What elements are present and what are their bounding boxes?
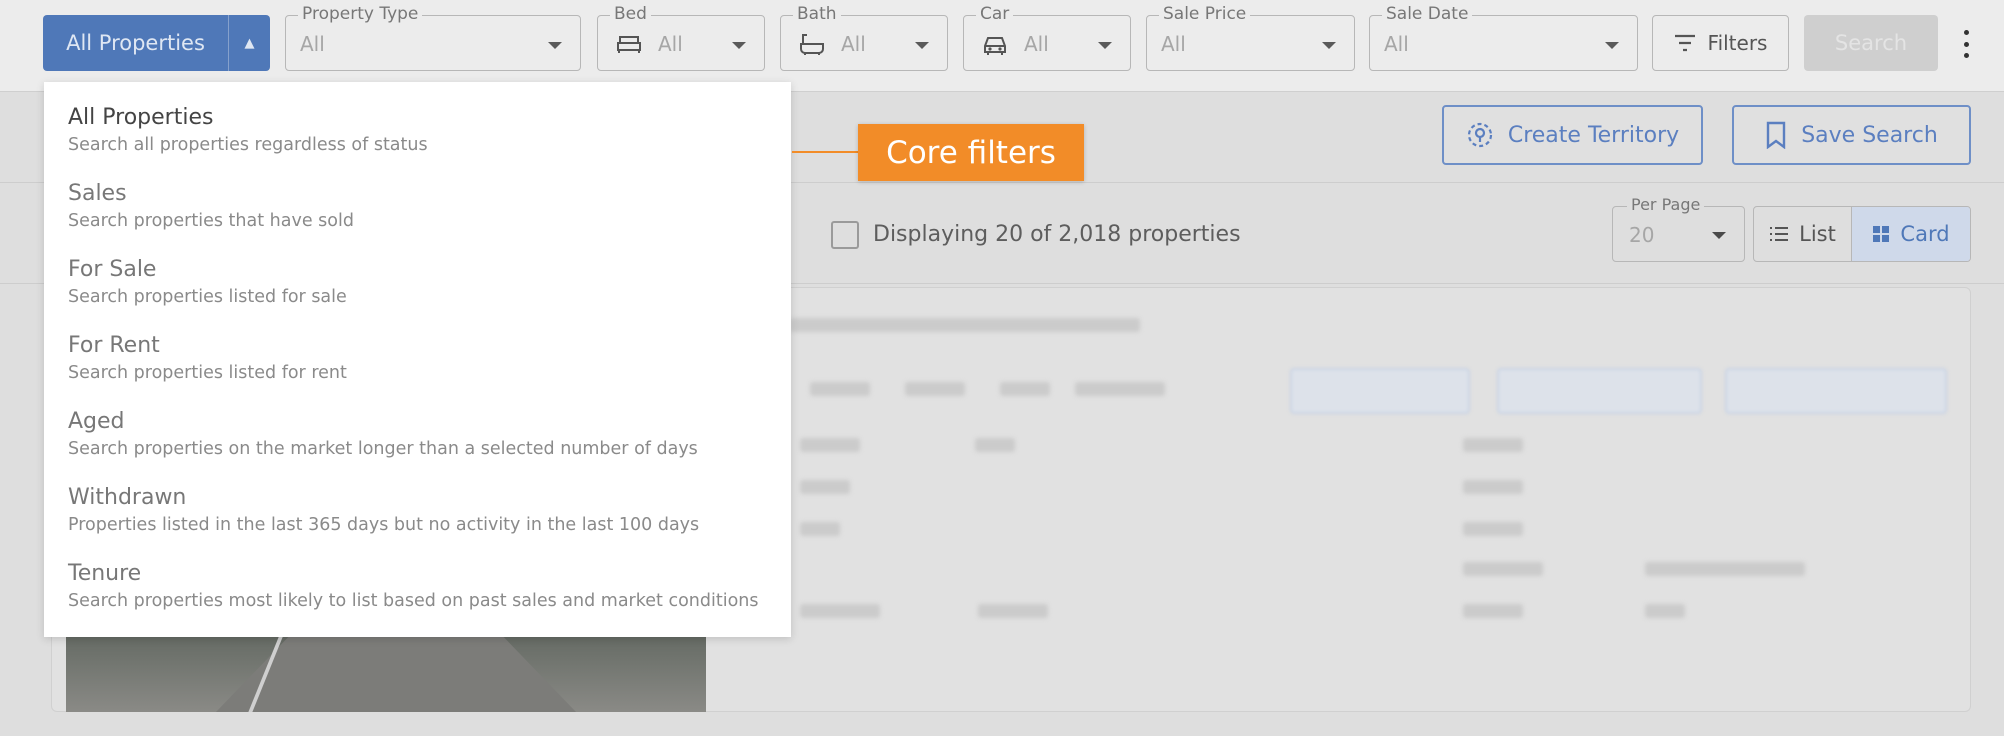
menu-item-title: For Rent bbox=[68, 333, 160, 358]
blurred-text bbox=[800, 522, 840, 536]
property-scope-menu: All Properties Search all properties reg… bbox=[44, 82, 791, 637]
filter-icon bbox=[1674, 34, 1695, 52]
create-territory-label: Create Territory bbox=[1507, 122, 1680, 148]
menu-item-withdrawn[interactable]: Withdrawn Properties listed in the last … bbox=[44, 484, 791, 560]
create-territory-button[interactable]: Create Territory bbox=[1442, 105, 1703, 165]
sale-price-select[interactable]: Sale Price All bbox=[1146, 4, 1355, 71]
menu-item-description: Search properties listed for sale bbox=[68, 287, 347, 307]
blurred-text bbox=[905, 382, 965, 396]
property-type-label: Property Type bbox=[298, 4, 423, 24]
property-scope-button[interactable]: All Properties bbox=[43, 15, 228, 71]
caret-down-icon bbox=[548, 42, 562, 49]
bed-label: Bed bbox=[610, 4, 651, 24]
menu-item-description: Search properties that have sold bbox=[68, 211, 354, 231]
search-button[interactable]: Search bbox=[1804, 15, 1938, 71]
blurred-text bbox=[1645, 562, 1805, 576]
blurred-text bbox=[1463, 604, 1523, 618]
menu-item-for-sale[interactable]: For Sale Search properties listed for sa… bbox=[44, 256, 791, 332]
menu-item-title: For Sale bbox=[68, 257, 157, 282]
blurred-text bbox=[800, 604, 880, 618]
blurred-text bbox=[1463, 522, 1523, 536]
caret-down-icon bbox=[915, 42, 929, 49]
menu-item-description: Search properties on the market longer t… bbox=[68, 439, 698, 459]
core-filters-callout: Core filters bbox=[858, 124, 1084, 181]
car-value: All bbox=[1024, 32, 1049, 56]
sale-price-value: All bbox=[1161, 32, 1186, 56]
menu-item-description: Search properties listed for rent bbox=[68, 363, 347, 383]
caret-down-icon bbox=[1098, 42, 1112, 49]
blurred-text bbox=[1463, 562, 1543, 576]
blurred-text bbox=[800, 438, 860, 452]
blurred-button bbox=[1725, 368, 1947, 414]
list-view-button[interactable]: List bbox=[1754, 207, 1852, 261]
sale-date-label: Sale Date bbox=[1382, 4, 1473, 24]
blurred-text bbox=[975, 438, 1015, 452]
menu-item-for-rent[interactable]: For Rent Search properties listed for re… bbox=[44, 332, 791, 408]
menu-item-title: All Properties bbox=[68, 105, 214, 130]
per-page-label: Per Page bbox=[1627, 195, 1705, 214]
per-page-select[interactable]: Per Page 20 bbox=[1612, 195, 1745, 262]
bed-value: All bbox=[658, 32, 683, 56]
grid-icon bbox=[1873, 226, 1890, 242]
menu-item-sales[interactable]: Sales Search properties that have sold bbox=[44, 180, 791, 256]
bath-value: All bbox=[841, 32, 866, 56]
menu-item-title: Aged bbox=[68, 409, 125, 434]
chevron-up-icon[interactable]: ▲ bbox=[228, 15, 270, 71]
per-page-value: 20 bbox=[1629, 223, 1655, 247]
caret-down-icon bbox=[1712, 232, 1726, 239]
property-type-select[interactable]: Property Type All bbox=[285, 4, 581, 71]
blurred-text bbox=[978, 604, 1048, 618]
menu-item-description: Search all properties regardless of stat… bbox=[68, 135, 428, 155]
caret-down-icon bbox=[732, 42, 746, 49]
blurred-text bbox=[1075, 382, 1165, 396]
bookmark-icon bbox=[1767, 121, 1786, 149]
displaying-count: Displaying 20 of 2,018 properties bbox=[873, 222, 1241, 247]
property-scope-split-button[interactable]: All Properties ▲ bbox=[43, 15, 270, 71]
card-view-label: Card bbox=[1900, 222, 1950, 246]
filters-button[interactable]: Filters bbox=[1652, 15, 1789, 71]
sale-date-value: All bbox=[1384, 32, 1409, 56]
list-view-label: List bbox=[1799, 222, 1836, 246]
view-toggle: List Card bbox=[1753, 206, 1971, 262]
blurred-text bbox=[790, 318, 1140, 332]
save-search-label: Save Search bbox=[1801, 122, 1938, 148]
car-select[interactable]: Car All bbox=[963, 4, 1131, 71]
car-label: Car bbox=[976, 4, 1014, 24]
blurred-text bbox=[1000, 382, 1050, 396]
card-view-button[interactable]: Card bbox=[1852, 207, 1970, 261]
menu-item-title: Sales bbox=[68, 181, 127, 206]
callout-connector bbox=[792, 151, 858, 153]
menu-item-aged[interactable]: Aged Search properties on the market lon… bbox=[44, 408, 791, 484]
blurred-text bbox=[1645, 604, 1685, 618]
bed-select[interactable]: Bed All bbox=[597, 4, 765, 71]
caret-down-icon bbox=[1605, 42, 1619, 49]
property-type-value: All bbox=[300, 32, 325, 56]
save-search-button[interactable]: Save Search bbox=[1732, 105, 1971, 165]
bath-icon bbox=[800, 34, 824, 55]
menu-item-description: Search properties most likely to list ba… bbox=[68, 591, 759, 611]
bath-label: Bath bbox=[793, 4, 841, 24]
sale-price-label: Sale Price bbox=[1159, 4, 1251, 24]
sale-date-select[interactable]: Sale Date All bbox=[1369, 4, 1638, 71]
car-icon bbox=[984, 37, 1006, 55]
list-icon bbox=[1770, 227, 1789, 241]
menu-item-all-properties[interactable]: All Properties Search all properties reg… bbox=[44, 104, 791, 180]
bath-select[interactable]: Bath All bbox=[780, 4, 948, 71]
menu-item-title: Tenure bbox=[68, 561, 142, 586]
blurred-text bbox=[810, 382, 870, 396]
bed-icon bbox=[617, 36, 641, 53]
menu-item-description: Properties listed in the last 365 days b… bbox=[68, 515, 700, 535]
more-options-icon[interactable] bbox=[1962, 30, 1970, 58]
filters-label: Filters bbox=[1707, 31, 1768, 55]
blurred-text bbox=[1463, 438, 1523, 452]
blurred-text bbox=[1463, 480, 1523, 494]
caret-down-icon bbox=[1322, 42, 1336, 49]
menu-item-tenure[interactable]: Tenure Search properties most likely to … bbox=[44, 560, 791, 636]
blurred-button bbox=[1290, 368, 1470, 414]
menu-item-title: Withdrawn bbox=[68, 485, 187, 510]
blurred-text bbox=[800, 480, 850, 494]
blurred-button bbox=[1497, 368, 1702, 414]
location-target-icon bbox=[1467, 122, 1492, 148]
select-all-checkbox[interactable] bbox=[831, 221, 859, 249]
